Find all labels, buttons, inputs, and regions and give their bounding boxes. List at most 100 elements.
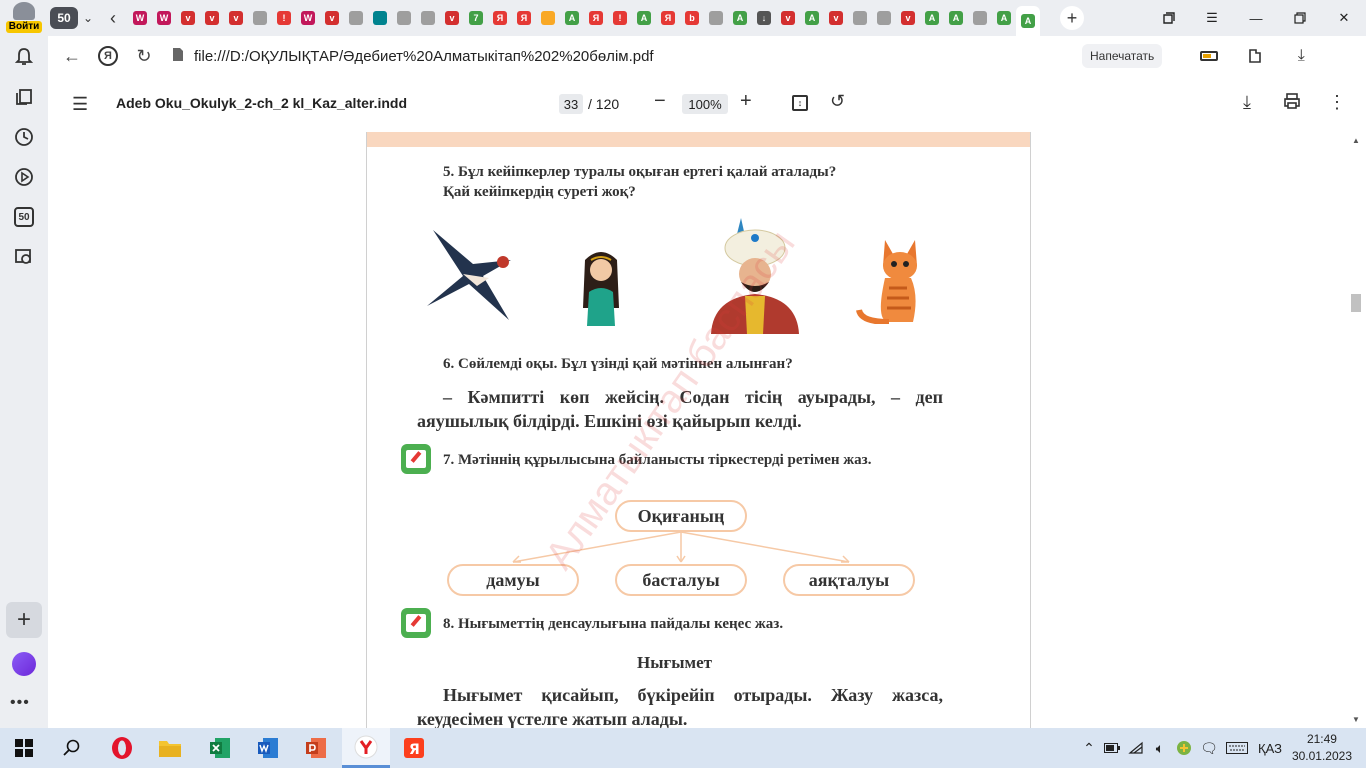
url-field[interactable]: file:///D:/ОҚУЛЫҚТАР/Әдебиет%20Алматыкіт… [194,48,1074,65]
zoom-out-icon[interactable]: − [654,90,666,113]
volume-icon[interactable]: 🔈︎ [1148,740,1172,757]
back-arrow-icon[interactable]: ← [54,38,90,74]
tab-4[interactable]: v [200,6,224,30]
tab-21[interactable]: ! [608,6,632,30]
wifi-icon[interactable] [1124,741,1148,755]
fit-page-icon[interactable]: ↕ [792,95,808,111]
windows-start-icon[interactable] [0,728,48,768]
yandex-browser-taskbar-icon[interactable] [342,728,390,768]
language-indicator[interactable]: ҚАЗ [1258,741,1282,756]
tab-29[interactable]: A [800,6,824,30]
document-viewport[interactable]: 5. Бұл кейіпкерлер туралы оқыған ертегі … [48,132,1346,728]
tab-7[interactable]: ! [272,6,296,30]
tab-6[interactable] [248,6,272,30]
more-options-icon[interactable]: ⋮ [1328,92,1346,113]
address-bar: ← Я ↻ file:///D:/ОҚУЛЫҚТАР/Әдебиет%20Алм… [48,36,1366,76]
tab-10[interactable] [344,6,368,30]
minimize-icon[interactable]: — [1234,0,1278,36]
tab-3[interactable]: v [176,6,200,30]
tab-28[interactable]: v [776,6,800,30]
word-icon[interactable] [244,728,292,768]
downloads-icon[interactable]: ⤓ [1278,47,1324,65]
restore-icon[interactable] [1278,0,1322,36]
tab-34[interactable]: A [920,6,944,30]
battery-icon[interactable] [1100,743,1124,753]
tab-36[interactable] [968,6,992,30]
tab-22[interactable]: A [632,6,656,30]
keyboard-icon[interactable] [1222,742,1252,754]
history-icon[interactable] [9,122,39,152]
tab-30[interactable]: v [824,6,848,30]
tab-37[interactable]: A [992,6,1016,30]
tab-25[interactable] [704,6,728,30]
tab-15[interactable]: 7 [464,6,488,30]
tab-5[interactable]: v [224,6,248,30]
tab-24[interactable]: b [680,6,704,30]
opera-icon[interactable] [98,728,146,768]
profile-button[interactable]: Войти [6,2,42,34]
scroll-thumb[interactable] [1351,294,1361,312]
yandex-home-button[interactable]: Я [90,38,126,74]
tab-38[interactable]: A [1016,6,1040,36]
tab-27[interactable]: ↓ [752,6,776,30]
menu-icon[interactable]: ☰ [1190,0,1234,36]
system-clock[interactable]: 21:49 30.01.2023 [1292,731,1352,765]
tab-23[interactable]: Я [656,6,680,30]
alice-assistant-icon[interactable] [12,652,36,676]
scroll-down-icon[interactable]: ▼ [1352,715,1360,724]
chevron-down-icon[interactable]: ⌄ [78,11,98,25]
tab-count-button[interactable]: 50 [50,7,78,29]
tabs-overview-icon[interactable] [1146,0,1190,36]
tab-35[interactable]: A [944,6,968,30]
tab-2[interactable]: W [152,6,176,30]
tab-18[interactable] [536,6,560,30]
tab-1[interactable]: W [128,6,152,30]
collections-icon[interactable] [9,82,39,112]
tab-8[interactable]: W [296,6,320,30]
tab-20[interactable]: Я [584,6,608,30]
screenshot-icon[interactable] [9,242,39,272]
tab-26[interactable]: A [728,6,752,30]
reload-icon[interactable]: ↻ [126,38,162,74]
battery-saver-icon[interactable] [1186,51,1232,61]
vertical-scrollbar[interactable]: ▲ ▼ [1346,132,1366,728]
bell-icon[interactable] [9,42,39,72]
excel-icon[interactable] [196,728,244,768]
extensions-icon[interactable] [1232,47,1278,65]
more-icon[interactable]: ••• [10,694,30,712]
journal-icon: W [301,11,315,25]
zoom-in-icon[interactable]: + [740,90,752,113]
scroll-up-icon[interactable]: ▲ [1352,136,1360,145]
tab-9[interactable]: v [320,6,344,30]
tab-31[interactable] [848,6,872,30]
tab-13[interactable] [416,6,440,30]
powerpoint-icon[interactable] [292,728,340,768]
tab-16[interactable]: Я [488,6,512,30]
play-icon[interactable] [9,162,39,192]
search-icon[interactable] [48,728,96,768]
page-number-input[interactable]: 33 [559,94,583,114]
zoom-input[interactable]: 100% [682,94,728,114]
tab-32[interactable] [872,6,896,30]
tab-17[interactable]: Я [512,6,536,30]
pdf-menu-icon[interactable]: ☰ [72,94,88,115]
rotate-icon[interactable]: ↺ [830,91,845,112]
tab-14[interactable]: v [440,6,464,30]
close-icon[interactable]: ✕ [1322,0,1366,36]
update-badge-icon[interactable] [1172,740,1196,756]
tab-11[interactable] [368,6,392,30]
yandex-taskbar-icon[interactable]: Я [390,728,438,768]
add-panel-button[interactable]: + [6,602,42,638]
tab-counter-button[interactable]: 50 [9,202,39,232]
printer-icon[interactable] [1283,92,1301,115]
file-explorer-icon[interactable] [146,728,194,768]
tab-33[interactable]: v [896,6,920,30]
tab-12[interactable] [392,6,416,30]
scroll-tabs-left-icon[interactable]: ‹ [98,8,128,29]
tab-19[interactable]: A [560,6,584,30]
download-icon[interactable]: ⤓ [1243,92,1251,113]
new-tab-button[interactable]: + [1060,6,1084,30]
chevron-up-icon[interactable]: ⌃ [1078,740,1100,757]
print-button[interactable]: Напечатать [1082,44,1163,68]
notifications-icon[interactable]: 🗨︎ [1196,740,1222,757]
